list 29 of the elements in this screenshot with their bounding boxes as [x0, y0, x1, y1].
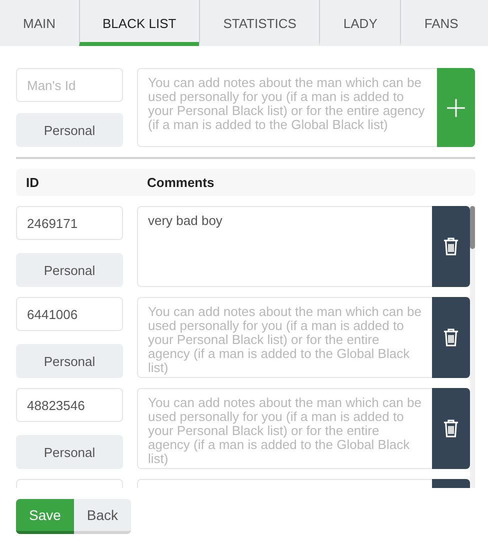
trash-icon: [443, 419, 459, 438]
comment-field[interactable]: You can add notes about the man which can be used personally for you (if a man is added to your Personal Black list) or for the entire agency (if a man is added to the Global Black list): [137, 388, 432, 469]
delete-button[interactable]: [432, 388, 470, 469]
tab[interactable]: LADY: [319, 0, 400, 46]
add-button[interactable]: [437, 68, 475, 147]
delete-button[interactable]: [432, 297, 470, 378]
tab[interactable]: BLACK LIST: [78, 0, 200, 46]
comment-field[interactable]: very bad boy: [137, 206, 432, 287]
id-field[interactable]: 6441006: [16, 297, 123, 331]
comment-field[interactable]: You can add notes about the man which can be used personally for you (if a man is added to your Personal Black list) or for the entire agency (if a man is added to the Global Black list): [137, 68, 437, 147]
id-field[interactable]: 2469171: [16, 206, 123, 240]
scope-button[interactable]: Personal: [16, 435, 123, 469]
delete-button[interactable]: [432, 206, 470, 287]
trash-icon: [443, 328, 459, 347]
scrollbar[interactable]: [470, 206, 475, 488]
scope-button[interactable]: Personal: [16, 113, 123, 147]
column-header: Comments: [146, 175, 214, 190]
back-button[interactable]: Back: [74, 499, 132, 534]
scope-button[interactable]: Personal: [16, 344, 123, 378]
tab[interactable]: STATISTICS: [199, 0, 320, 46]
id-field[interactable]: 48823546: [16, 388, 123, 422]
column-header: ID: [25, 175, 40, 190]
comment-field[interactable]: You can add notes about the man which can be used personally for you (if a man is added to your Personal Black list) or for the entire agency (if a man is added to the Global Black list): [137, 297, 432, 378]
scope-button[interactable]: Personal: [16, 253, 123, 287]
trash-icon: [443, 237, 459, 256]
tab[interactable]: MAIN: [0, 0, 78, 46]
id-field[interactable]: Man's Id: [16, 68, 123, 102]
tab[interactable]: FANS: [400, 0, 488, 46]
plus-icon: [447, 98, 465, 116]
